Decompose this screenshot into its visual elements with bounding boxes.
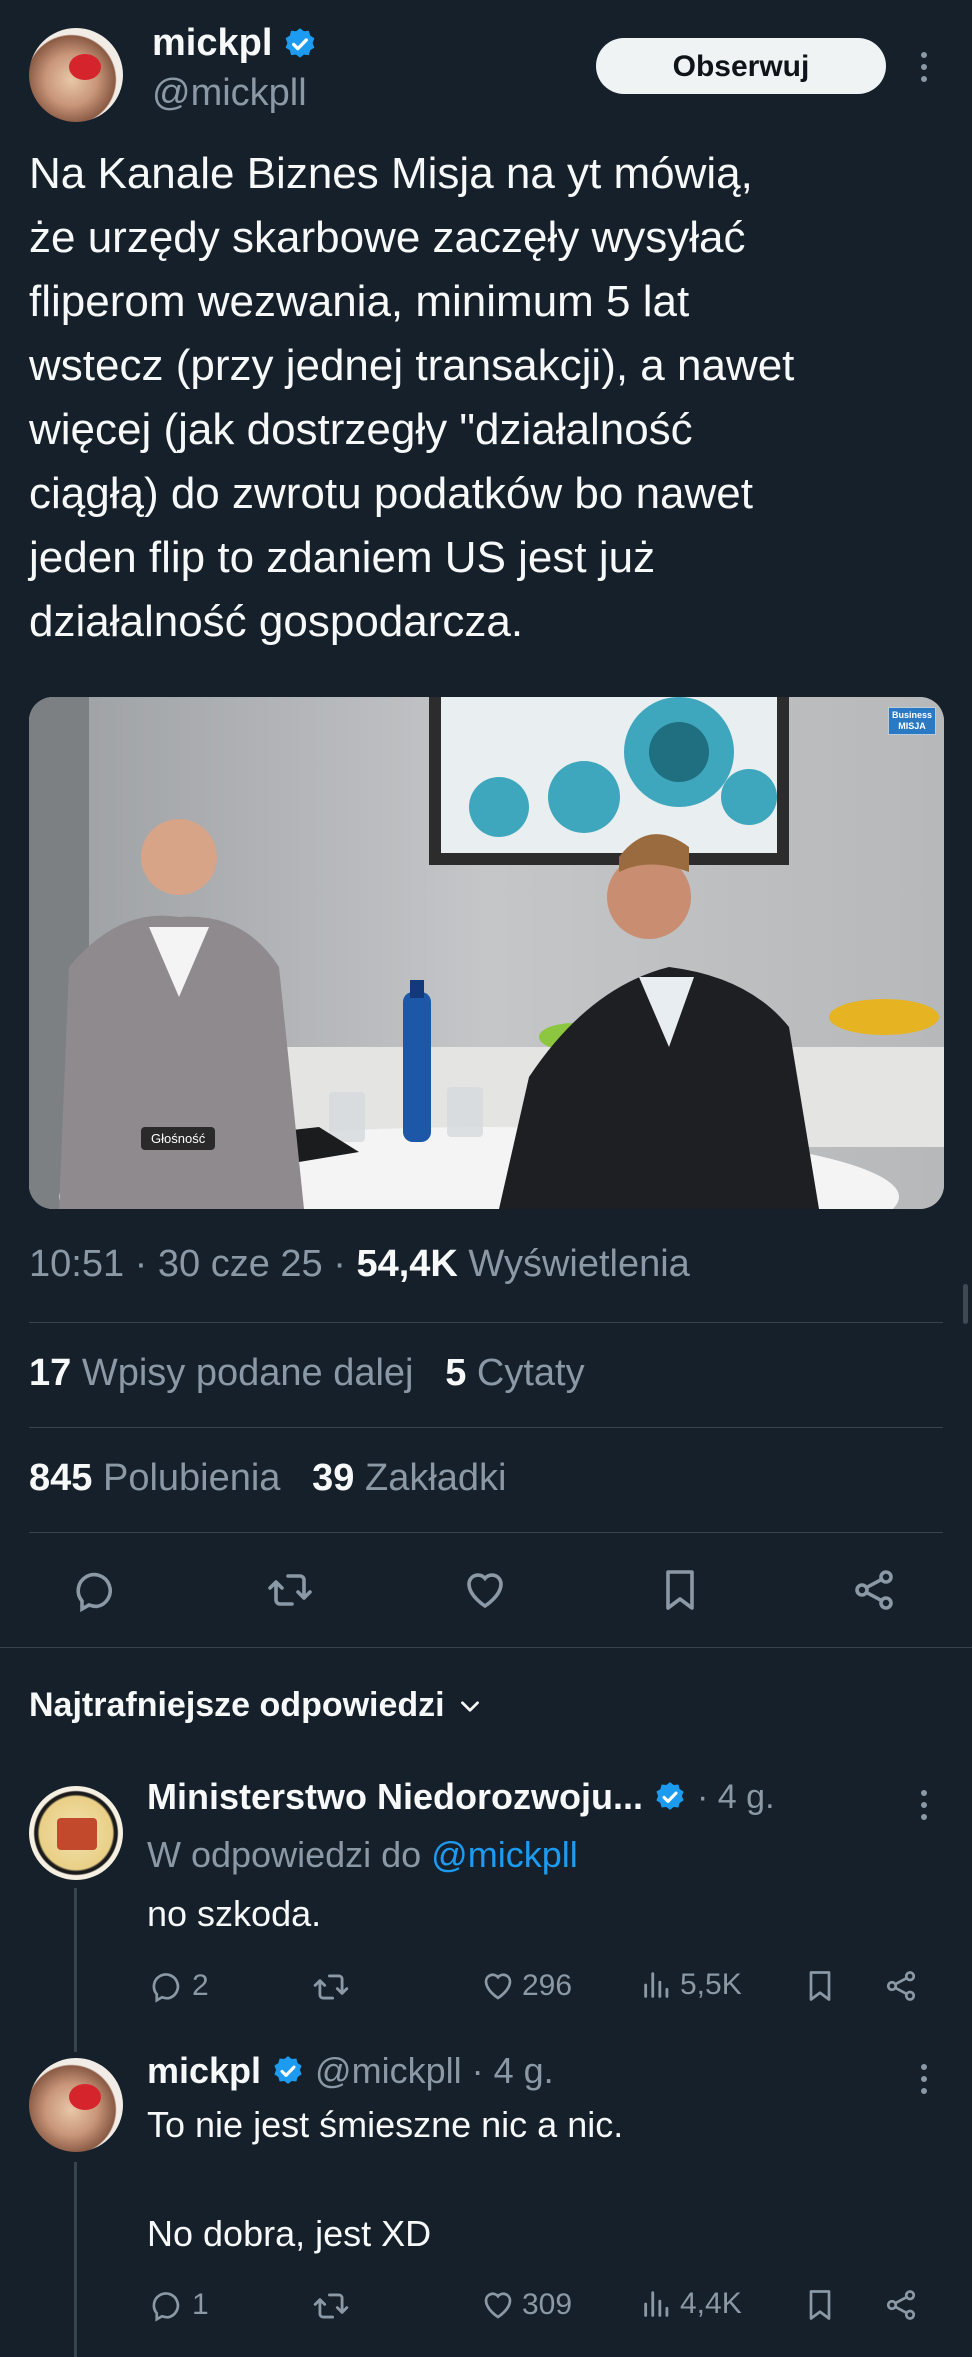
tweet-meta: 10:51 · 30 cze 25 · 54,4K Wyświetlenia	[29, 1243, 690, 1285]
verified-badge-icon	[285, 27, 315, 58]
reply-text-line2: No dobra, jest XD	[147, 2213, 432, 2254]
action-bar-bottom-divider	[0, 1647, 972, 1648]
views-icon	[644, 1972, 669, 1998]
reply-bookmark-icon[interactable]	[802, 1968, 838, 2004]
reposts-stat[interactable]: 17 Wpisy podane dalej	[29, 1352, 414, 1394]
reply-avatar[interactable]	[29, 2058, 123, 2152]
reply-more-options-icon[interactable]	[921, 2064, 929, 2100]
media-brand-badge: Business MISJA	[888, 707, 936, 735]
avatar-red-blob	[69, 54, 101, 80]
reply-share-icon[interactable]	[883, 2287, 919, 2323]
follow-button[interactable]: Obserwuj	[596, 38, 886, 94]
reply-to-prefix: W odpowiedzi do	[147, 1834, 422, 1875]
reply-comment-action[interactable]: 1	[150, 2287, 209, 2323]
repost-icon	[313, 2293, 349, 2319]
like-icon	[484, 2292, 512, 2319]
reply-comment-action[interactable]: 2	[150, 1968, 209, 2004]
thread-line	[74, 2162, 77, 2357]
reply-like-action[interactable]: 309	[480, 2287, 572, 2323]
reply-time[interactable]: · 4 g.	[697, 1778, 774, 1817]
like-icon	[484, 1973, 512, 2000]
verified-badge-icon	[656, 1782, 684, 1810]
reply-icon	[152, 2292, 180, 2322]
views-count: 54,4K	[356, 1243, 458, 1285]
reply-like-count: 309	[522, 2288, 573, 2321]
reply-share-icon[interactable]	[883, 1968, 919, 2004]
divider-2	[29, 1427, 943, 1428]
reply-repost-action[interactable]	[312, 2287, 350, 2325]
chevron-down-icon	[460, 1700, 479, 1712]
author-avatar[interactable]	[29, 28, 123, 122]
more-options-icon[interactable]	[921, 52, 929, 88]
reply-bookmark-icon[interactable]	[802, 2287, 838, 2323]
reply-header: mickpl @mickpll · 4 g.	[147, 2050, 554, 2092]
avatar-brick-shape	[57, 1818, 97, 1850]
reply-like-action[interactable]: 296	[480, 1968, 572, 2004]
tweet-media[interactable]: Business MISJA Głośność	[29, 697, 944, 1209]
like-icon[interactable]	[461, 1566, 509, 1614]
reply-header: Ministerstwo Niedorozwoju... · 4 g.	[147, 1776, 887, 1818]
reply-handle-time[interactable]: @mickpll · 4 g.	[315, 2050, 554, 2092]
tweet-date[interactable]: 30 cze 25	[158, 1243, 323, 1285]
reply-like-count: 296	[522, 1969, 573, 2002]
badge-top-text: Business	[891, 710, 933, 720]
reply-comment-count: 2	[192, 1969, 209, 2002]
tweet-text: Na Kanale Biznes Misja na yt mówią, że u…	[29, 149, 795, 646]
divider-1	[29, 1322, 943, 1323]
reply-author-name[interactable]: mickpl	[147, 2050, 261, 2092]
replies-sort-dropdown[interactable]: Najtrafniejsze odpowiedzi	[29, 1686, 483, 1725]
author-display-name[interactable]: mickpl	[152, 22, 272, 65]
like-stats: 845 Polubienia 39 Zakładki	[29, 1457, 506, 1500]
tweet-time[interactable]: 10:51	[29, 1243, 124, 1285]
reply-repost-action[interactable]	[312, 1968, 350, 2006]
divider-3	[29, 1532, 943, 1533]
repost-stats: 17 Wpisy podane dalej 5 Cytaty	[29, 1352, 585, 1395]
media-volume-caption[interactable]: Głośność	[141, 1127, 216, 1150]
reply-author-name[interactable]: Ministerstwo Niedorozwoju...	[147, 1776, 643, 1818]
reply-comment-count: 1	[192, 2288, 209, 2321]
repost-icon	[313, 1974, 349, 2000]
reply-views-count: 5,5K	[680, 1968, 742, 2001]
quotes-stat[interactable]: 5 Cytaty	[445, 1352, 584, 1394]
likes-stat[interactable]: 845 Polubienia	[29, 1457, 280, 1499]
reply-views-action[interactable]: 4,4K	[640, 2287, 742, 2321]
repost-icon[interactable]	[266, 1566, 314, 1614]
reply-views-action[interactable]: 5,5K	[640, 1968, 742, 2002]
views-label: Wyświetlenia	[468, 1243, 690, 1285]
avatar-red-blob	[69, 2084, 101, 2110]
bookmarks-stat[interactable]: 39 Zakładki	[312, 1457, 506, 1499]
reply-to-handle[interactable]: @mickpll	[431, 1834, 578, 1875]
reply-to-line: W odpowiedzi do @mickpll	[147, 1834, 578, 1876]
views-icon	[644, 2291, 669, 2317]
reply-views-count: 4,4K	[680, 2287, 742, 2320]
reply-text-line1: To nie jest śmieszne nic a nic.	[147, 2104, 624, 2145]
replies-sort-label[interactable]: Najtrafniejsze odpowiedzi	[29, 1686, 445, 1725]
reply-avatar[interactable]	[29, 1786, 123, 1880]
bookmark-icon[interactable]	[656, 1566, 704, 1614]
thread-line	[74, 1888, 77, 2052]
reply-icon	[152, 1973, 180, 2003]
author-name-row[interactable]: mickpl	[152, 22, 318, 65]
badge-bottom-text: MISJA	[898, 721, 926, 731]
reply-icon[interactable]	[73, 1566, 121, 1614]
share-icon[interactable]	[850, 1566, 898, 1614]
scrollbar[interactable]	[963, 1284, 968, 1324]
author-handle[interactable]: @mickpll	[152, 72, 307, 115]
reply-more-options-icon[interactable]	[921, 1790, 929, 1826]
reply-text: no szkoda.	[147, 1893, 322, 1934]
verified-badge-icon	[274, 2056, 302, 2084]
